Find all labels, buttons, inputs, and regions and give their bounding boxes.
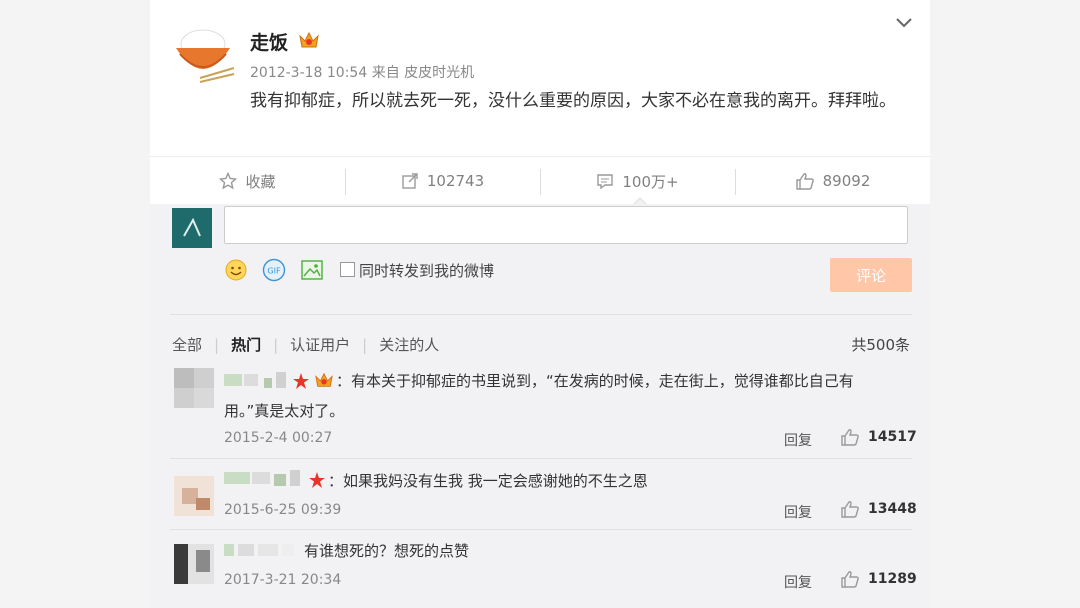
thumbs-up-icon [795, 173, 814, 190]
comment-icon [597, 174, 614, 190]
comment-input[interactable] [224, 206, 908, 244]
repost-count: 102743 [426, 172, 485, 190]
forward-label: 同时转发到我的微博 [359, 262, 495, 280]
post-timestamp[interactable]: 2012-3-18 10:54 [250, 65, 367, 81]
star-icon [219, 172, 238, 190]
tab-verified[interactable]: 认证用户 [278, 334, 362, 355]
gif-icon[interactable]: GIF [262, 258, 286, 282]
comment-like-count: 11289 [868, 571, 917, 587]
rice-bowl-avatar[interactable] [170, 20, 236, 86]
commenter-avatar[interactable] [174, 368, 214, 408]
repost-icon [402, 173, 418, 189]
thumbs-up-icon [841, 501, 859, 518]
divider [170, 314, 912, 315]
thumbs-up-icon [841, 429, 859, 446]
comment-text: ：有本关于抑郁症的书里说到，“在发病的时候，走在街上，觉得谁都比自己有用。”真是… [224, 372, 854, 420]
favorite-label: 收藏 [245, 172, 276, 191]
post-text: 我有抑郁症，所以就去死一死，没什么重要的原因，大家不必在意我的离开。拜拜啦。 [250, 91, 896, 111]
comment-time: 2015-2-4 00:27 [224, 430, 333, 446]
total-comment-count: 共500条 [851, 336, 910, 354]
image-icon[interactable] [300, 258, 324, 282]
comment-text: ：如果我妈没有生我 我一定会感谢她的不生之恩 [328, 472, 648, 490]
reply-button[interactable]: 回复 [784, 502, 812, 522]
like-button[interactable]: 89092 [735, 157, 930, 205]
submit-comment-button[interactable]: 评论 [830, 258, 912, 292]
forward-checkbox[interactable] [340, 262, 355, 277]
tab-all[interactable]: 全部 [172, 334, 214, 355]
crown-badge-icon [299, 31, 319, 48]
commenter-avatar[interactable] [174, 544, 214, 584]
post-source[interactable]: 皮皮时光机 [404, 65, 474, 81]
comment-filter-tabs: 全部 | 热门 | 认证用户 | 关注的人 [172, 334, 451, 355]
source-prefix: 来自 [371, 65, 400, 81]
post-actions-bar: 收藏 102743 100万+ 89092 [150, 156, 930, 205]
comment-text: 有谁想死的？想死的点赞 [304, 542, 470, 560]
commenter-avatar[interactable] [174, 476, 214, 516]
comment-like-button[interactable]: 14517 [840, 428, 917, 446]
post-meta: 2012-3-18 10:54 来自 皮皮时光机 [250, 62, 474, 82]
comment-item: 有谁想死的？想死的点赞 2017-3-21 20:34 回复 11289 [150, 536, 930, 596]
tab-following[interactable]: 关注的人 [367, 334, 451, 355]
comment-section: GIF 同时转发到我的微博 评论 全部 | 热门 | 认证用户 | 关注的人 共… [150, 204, 930, 608]
repost-button[interactable]: 102743 [345, 157, 540, 205]
emoji-icon[interactable] [224, 258, 248, 282]
like-count: 89092 [822, 172, 871, 190]
comment-like-count: 13448 [868, 501, 917, 517]
comment-like-count: 14517 [868, 429, 917, 445]
comment-like-button[interactable]: 11289 [840, 570, 917, 588]
comment-time: 2017-3-21 20:34 [224, 572, 342, 588]
svg-text:GIF: GIF [267, 267, 281, 276]
comment-time: 2015-6-25 09:39 [224, 502, 342, 518]
comment-item: ：有本关于抑郁症的书里说到，“在发病的时候，走在街上，觉得谁都比自己有用。”真是… [150, 366, 930, 456]
thumbs-up-icon [841, 571, 859, 588]
divider [170, 529, 912, 530]
divider [170, 458, 912, 459]
comment-like-button[interactable]: 13448 [840, 500, 917, 518]
author-name[interactable]: 走饭 [250, 28, 288, 55]
tab-hot[interactable]: 热门 [219, 334, 273, 355]
comment-count: 100万+ [622, 172, 679, 191]
my-avatar[interactable] [172, 208, 212, 248]
favorite-button[interactable]: 收藏 [150, 157, 345, 205]
reply-button[interactable]: 回复 [784, 572, 812, 592]
comment-item: ：如果我妈没有生我 我一定会感谢她的不生之恩 2015-6-25 09:39 回… [150, 466, 930, 528]
reply-button[interactable]: 回复 [784, 430, 812, 450]
chevron-down-icon[interactable] [894, 16, 914, 30]
